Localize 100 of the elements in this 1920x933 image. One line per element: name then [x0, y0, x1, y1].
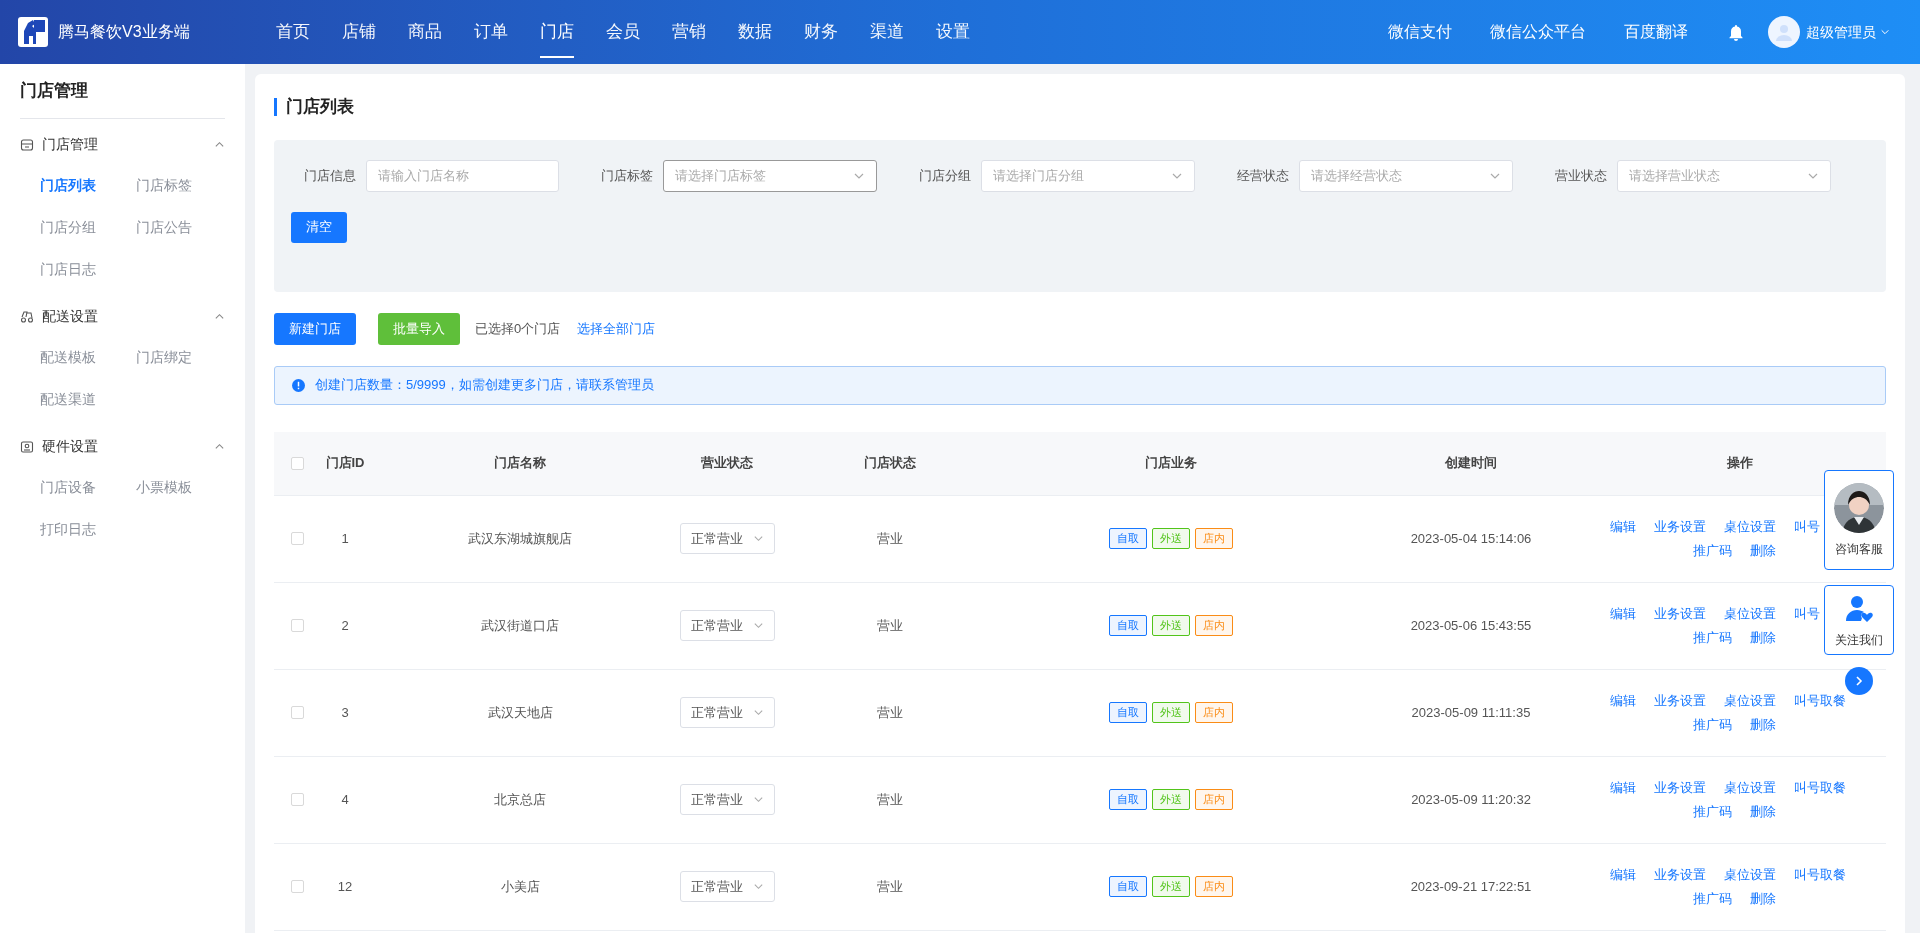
action-link[interactable]: 桌位设置	[1723, 778, 1776, 798]
user-name[interactable]: 超级管理员	[1806, 21, 1876, 43]
action-link[interactable]: 推广码	[1693, 540, 1732, 560]
status-select[interactable]: 正常营业	[679, 523, 775, 554]
action-link[interactable]: 叫号	[1793, 517, 1820, 537]
service-tag: 自取	[1109, 702, 1147, 723]
action-link[interactable]: 推广码	[1693, 627, 1732, 647]
action-link[interactable]: 删除	[1750, 540, 1776, 560]
bell-icon[interactable]	[1728, 23, 1744, 41]
nav-tab[interactable]: 首页	[260, 0, 326, 64]
action-link[interactable]: 编辑	[1609, 604, 1636, 624]
top-link[interactable]: 微信支付	[1388, 20, 1452, 44]
action-link[interactable]: 编辑	[1609, 865, 1636, 885]
store-icon	[20, 137, 34, 152]
nav-tab[interactable]: 订单	[458, 0, 524, 64]
menu-group-title[interactable]: 硬件设置	[42, 436, 98, 457]
table-cell-text: 北京总店	[494, 790, 546, 809]
table-cell-text: 2023-05-09 11:11:35	[1411, 703, 1531, 722]
action-link[interactable]: 叫号取餐	[1793, 865, 1846, 885]
select-all-link[interactable]: 选择全部门店	[577, 318, 656, 339]
table-cell-text: 营业	[877, 790, 903, 809]
action-link[interactable]: 推广码	[1693, 801, 1732, 821]
sidebar-item[interactable]: 打印日志	[40, 508, 136, 551]
action-link[interactable]: 业务设置	[1653, 778, 1706, 798]
action-link[interactable]: 编辑	[1609, 691, 1636, 711]
nav-tab[interactable]: 数据	[722, 0, 788, 64]
top-link[interactable]: 百度翻译	[1624, 20, 1688, 44]
checkbox[interactable]	[290, 619, 304, 632]
nav-tab[interactable]: 营销	[656, 0, 722, 64]
sidebar-item[interactable]: 门店标签	[136, 164, 232, 207]
action-link[interactable]: 删除	[1750, 714, 1776, 734]
service-tag: 外送	[1152, 702, 1190, 723]
nav-tab[interactable]: 设置	[920, 0, 986, 64]
action-link[interactable]: 删除	[1750, 801, 1776, 821]
user-avatar-icon[interactable]	[1774, 22, 1794, 42]
action-link[interactable]: 编辑	[1609, 778, 1636, 798]
sidebar-item[interactable]: 门店公告	[136, 206, 232, 249]
action-link[interactable]: 推广码	[1693, 714, 1732, 734]
top-link[interactable]: 微信公众平台	[1490, 20, 1586, 44]
service-tag: 自取	[1109, 789, 1147, 810]
select-field[interactable]: 请选择经营状态	[1299, 159, 1513, 192]
caret-icon	[214, 139, 225, 150]
sidebar-item[interactable]: 门店日志	[40, 248, 136, 291]
sidebar-item[interactable]: 门店分组	[40, 206, 136, 249]
select-field[interactable]: 请选择门店分组	[981, 159, 1195, 192]
action-link[interactable]: 业务设置	[1653, 604, 1706, 624]
checkbox[interactable]	[290, 880, 304, 893]
action-link[interactable]: 叫号取餐	[1793, 778, 1846, 798]
action-link[interactable]: 业务设置	[1653, 517, 1706, 537]
checkbox[interactable]	[290, 706, 304, 719]
action-link[interactable]: 推广码	[1693, 888, 1732, 908]
caret-icon	[752, 533, 764, 544]
action-link[interactable]: 叫号取餐	[1793, 691, 1846, 711]
action-link[interactable]: 桌位设置	[1723, 691, 1776, 711]
info-icon	[292, 378, 305, 392]
action-link[interactable]: 桌位设置	[1723, 604, 1776, 624]
sidebar-item[interactable]: 门店列表	[40, 164, 136, 207]
search-field[interactable]: 请输入门店名称	[366, 159, 559, 192]
menu-group-title[interactable]: 配送设置	[42, 306, 98, 327]
action-link[interactable]: 业务设置	[1653, 691, 1706, 711]
action-link[interactable]: 桌位设置	[1723, 517, 1776, 537]
sidebar-item[interactable]: 门店设备	[40, 466, 136, 509]
checkbox[interactable]	[290, 456, 304, 470]
nav-tab[interactable]: 门店	[524, 0, 590, 64]
menu-group-title[interactable]: 门店管理	[42, 134, 98, 155]
new-store-button[interactable]: 新建门店	[274, 312, 356, 345]
nav-tab[interactable]: 店铺	[326, 0, 392, 64]
sidebar-item[interactable]: 配送渠道	[40, 378, 136, 421]
import-button[interactable]: 批量导入	[378, 312, 460, 345]
action-link[interactable]: 删除	[1750, 627, 1776, 647]
column-header: 操作	[1726, 454, 1753, 473]
table-cell-text: 2023-09-21 17:22:51	[1410, 877, 1532, 896]
select-field[interactable]: 请选择营业状态	[1617, 159, 1831, 192]
nav-tab[interactable]: 渠道	[854, 0, 920, 64]
selection-count: 已选择0个门店	[475, 319, 561, 338]
action-link[interactable]: 叫号	[1793, 604, 1820, 624]
action-link[interactable]: 桌位设置	[1723, 865, 1776, 885]
action-link[interactable]: 编辑	[1609, 517, 1636, 537]
sidebar-item[interactable]: 门店绑定	[136, 336, 232, 379]
nav-tab[interactable]: 财务	[788, 0, 854, 64]
sidebar-item[interactable]: 配送模板	[40, 336, 136, 379]
column-header: 门店状态	[864, 454, 916, 473]
sidebar-item[interactable]: 小票模板	[136, 466, 232, 509]
nav-tab[interactable]: 会员	[590, 0, 656, 64]
status-select[interactable]: 正常营业	[679, 697, 775, 728]
status-select[interactable]: 正常营业	[679, 610, 775, 641]
checkbox[interactable]	[290, 532, 304, 545]
clear-button[interactable]: 清空	[291, 211, 347, 243]
table-cell-text: 2023-05-06 15:43:55	[1410, 616, 1532, 635]
filter-label: 经营状态	[1237, 166, 1289, 185]
follow-widget[interactable]: 关注我们	[1824, 585, 1894, 655]
nav-tab[interactable]: 商品	[392, 0, 458, 64]
checkbox[interactable]	[290, 793, 304, 806]
status-select[interactable]: 正常营业	[679, 871, 775, 902]
action-link[interactable]: 删除	[1750, 888, 1776, 908]
status-select[interactable]: 正常营业	[679, 784, 775, 815]
caret-icon	[214, 441, 225, 452]
select-field[interactable]: 请选择门店标签	[663, 159, 877, 192]
service-widget[interactable]: 咨询客服	[1824, 470, 1894, 570]
action-link[interactable]: 业务设置	[1653, 865, 1706, 885]
